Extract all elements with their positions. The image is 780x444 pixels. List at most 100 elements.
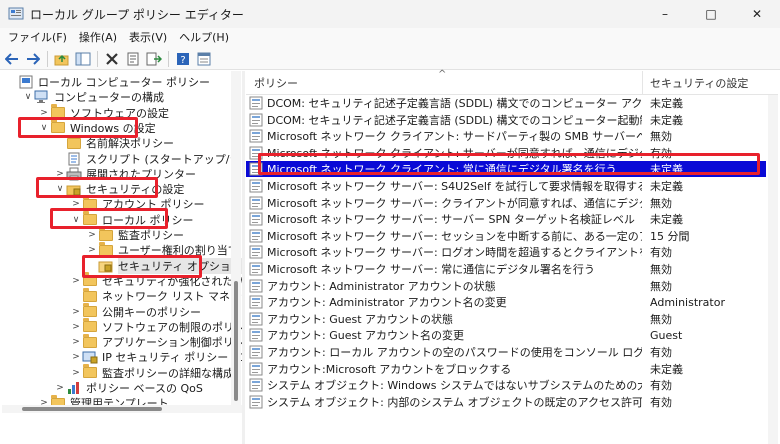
folder-up-icon[interactable] [53,50,71,68]
menu-view[interactable]: 表示(V) [123,28,173,48]
delete-icon[interactable] [103,50,121,68]
properties-icon[interactable] [124,50,142,68]
policy-setting-value: 未定義 [650,97,683,110]
tree-item[interactable]: ローカル コンピューター ポリシー [6,74,210,90]
chevron-right-icon[interactable]: > [54,383,66,393]
policy-setting-value: 未定義 [650,213,683,227]
policy-item-icon [249,212,263,226]
forward-arrow-icon[interactable] [24,50,42,68]
tree-item[interactable]: > 監査ポリシー [86,226,184,243]
tree-item[interactable]: > 公開キーのポリシー [70,303,201,320]
toolbar-separator [168,50,169,67]
policy-name: Microsoft ネットワーク サーバー: セッションを中断する前に、ある一定… [267,229,642,243]
policy-name: Microsoft ネットワーク クライアント: サードパーティ製の SMB サ… [267,130,642,144]
menu-action[interactable]: 操作(A) [73,28,123,48]
tree-item-label: 監査ポリシー [118,229,184,242]
policy-row[interactable]: アカウント:Microsoft アカウントをブロックする 未定義 [246,361,766,377]
policy-name: システム オブジェクト: 内部のシステム オブジェクトの既定のアクセス許可を強化… [267,395,642,409]
tree-horizontal-scrollbar[interactable] [2,405,242,413]
scroll-thumb[interactable] [234,281,238,401]
policy-name: アカウント: Administrator アカウントの状態 [267,279,496,293]
policy-name: Microsoft ネットワーク サーバー: サーバー SPN ターゲット名検証… [267,213,635,227]
folder-icon [82,287,98,303]
policy-row[interactable]: Microsoft ネットワーク サーバー: 常に通信にデジタル署名を行う 無効 [246,261,766,277]
policy-setting-value: 無効 [650,196,672,210]
policy-row[interactable]: Microsoft ネットワーク サーバー: サーバー SPN ターゲット名検証… [246,211,766,227]
maximize-button[interactable]: □ [688,0,734,28]
policy-row[interactable]: アカウント: Guest アカウント名の変更 Guest [246,327,766,343]
tree-item[interactable]: ネットワーク リスト マネージャー ポリ [70,287,242,304]
policy-row[interactable]: アカウント: Guest アカウントの状態 無効 [246,311,766,327]
tree-item-label: ポリシー ベースの QoS [86,382,203,395]
close-button[interactable]: ✕ [734,0,780,28]
menu-help[interactable]: ヘルプ(H) [173,28,235,48]
tree-item[interactable]: ∨ コンピューターの構成 [22,89,164,105]
chevron-right-icon[interactable]: > [70,322,82,332]
policy-row[interactable]: Microsoft ネットワーク クライアント: サードパーティ製の SMB サ… [246,128,766,144]
help-icon[interactable]: ? [174,50,192,68]
tree-item[interactable]: > IP セキュリティ ポリシー (ローカル コ [70,349,242,365]
back-arrow-icon[interactable] [3,50,21,68]
policy-row[interactable]: Microsoft ネットワーク サーバー: クライアントが同意すれば、通信にデ… [246,195,766,211]
policy-name: アカウント: ローカル アカウントの空のパスワードの使用をコンソール ログオンの… [267,346,642,359]
show-hide-tree-icon[interactable] [74,50,92,68]
policy-setting-value: 無効 [650,263,672,276]
chevron-right-icon[interactable]: > [86,230,98,240]
tree-item-label: 監査ポリシーの詳細な構成 [102,366,234,380]
policy-item-icon [249,229,263,243]
policy-setting-value: 未定義 [650,362,683,376]
column-security-setting[interactable]: セキュリティの設定 [650,71,750,95]
policy-item-icon [249,245,263,259]
view-icon[interactable] [195,50,213,68]
tree-item[interactable]: > ソフトウェアの制限のポリシー [70,318,242,335]
policy-name: システム オブジェクト: Windows システムではないサブシステムのための大… [267,379,642,393]
chevron-down-icon[interactable]: ∨ [22,92,34,102]
policy-row[interactable]: Microsoft ネットワーク サーバー: S4U2Self を試行して要求情… [246,178,766,194]
policy-row[interactable]: システム オブジェクト: Windows システムではないサブシステムのための大… [246,377,766,393]
policy-setting-value: 未定義 [650,113,683,127]
tree-item[interactable]: > ポリシー ベースの QoS [54,380,203,396]
export-list-icon[interactable] [145,50,163,68]
policy-row[interactable]: アカウント: Administrator アカウントの状態 無効 [246,278,766,294]
policy-item-icon [249,362,263,376]
policy-name: DCOM: セキュリティ記述子定義言語 (SDDL) 構文でのコンピューター ア… [267,97,642,110]
policy-setting-value: Guest [650,328,683,342]
policy-setting-value: Administrator [650,295,725,309]
chevron-right-icon[interactable]: > [70,368,82,378]
policy-name: アカウント: Guest アカウントの状態 [267,312,454,326]
chevron-right-icon[interactable]: > [70,337,82,347]
policy-row[interactable]: Microsoft ネットワーク サーバー: セッションを中断する前に、ある一定… [246,228,766,244]
window-title: ローカル グループ ポリシー エディター [30,7,244,22]
policy-row[interactable]: DCOM: セキュリティ記述子定義言語 (SDDL) 構文でのコンピューター ア… [246,95,766,111]
list-vertical-scrollbar[interactable] [768,95,778,444]
policy-item-icon [249,395,263,409]
tree-item[interactable]: スクリプト (スタートアップ/シャットダウン) [54,151,242,167]
policy-name: Microsoft ネットワーク サーバー: クライアントが同意すれば、通信にデ… [267,196,642,210]
tree-item[interactable]: > アプリケーション制御ポリシー [70,333,242,350]
policy-name: アカウント: Administrator アカウント名の変更 [267,296,507,310]
chevron-right-icon[interactable]: > [70,307,82,317]
highlight-windows-settings [18,117,138,138]
policy-row[interactable]: アカウント: Administrator アカウント名の変更 Administra… [246,294,766,310]
tree-item[interactable]: > 監査ポリシーの詳細な構成 [70,364,234,381]
folder-icon [82,333,98,349]
menu-file[interactable]: ファイル(F) [2,28,73,48]
policy-row[interactable]: DCOM: セキュリティ記述子定義言語 (SDDL) 構文でのコンピューター起動… [246,112,766,128]
toolbar-separator [97,50,98,67]
policy-item-icon [249,196,263,210]
policy-item-icon [249,312,263,326]
scroll-thumb[interactable] [22,407,162,411]
policy-setting-value: 無効 [650,279,672,293]
policy-row[interactable]: アカウント: ローカル アカウントの空のパスワードの使用をコンソール ログオンの… [246,344,766,360]
minimize-button[interactable]: – [642,0,688,28]
tree-vertical-scrollbar[interactable] [231,71,241,411]
pane-splitter[interactable] [242,71,245,444]
chevron-right-icon[interactable]: > [86,245,98,255]
policy-row[interactable]: システム オブジェクト: 内部のシステム オブジェクトの既定のアクセス許可を強化… [246,394,766,410]
policy-row[interactable]: Microsoft ネットワーク サーバー: ログオン時間を超過するとクライアン… [246,244,766,260]
chevron-right-icon[interactable]: > [70,276,82,286]
column-divider[interactable] [642,71,643,95]
chevron-right-icon[interactable]: > [70,352,82,362]
tree-item-label: ソフトウェアの制限のポリシー [102,320,242,334]
policy-name: Microsoft ネットワーク サーバー: S4U2Self を試行して要求情… [267,180,642,193]
